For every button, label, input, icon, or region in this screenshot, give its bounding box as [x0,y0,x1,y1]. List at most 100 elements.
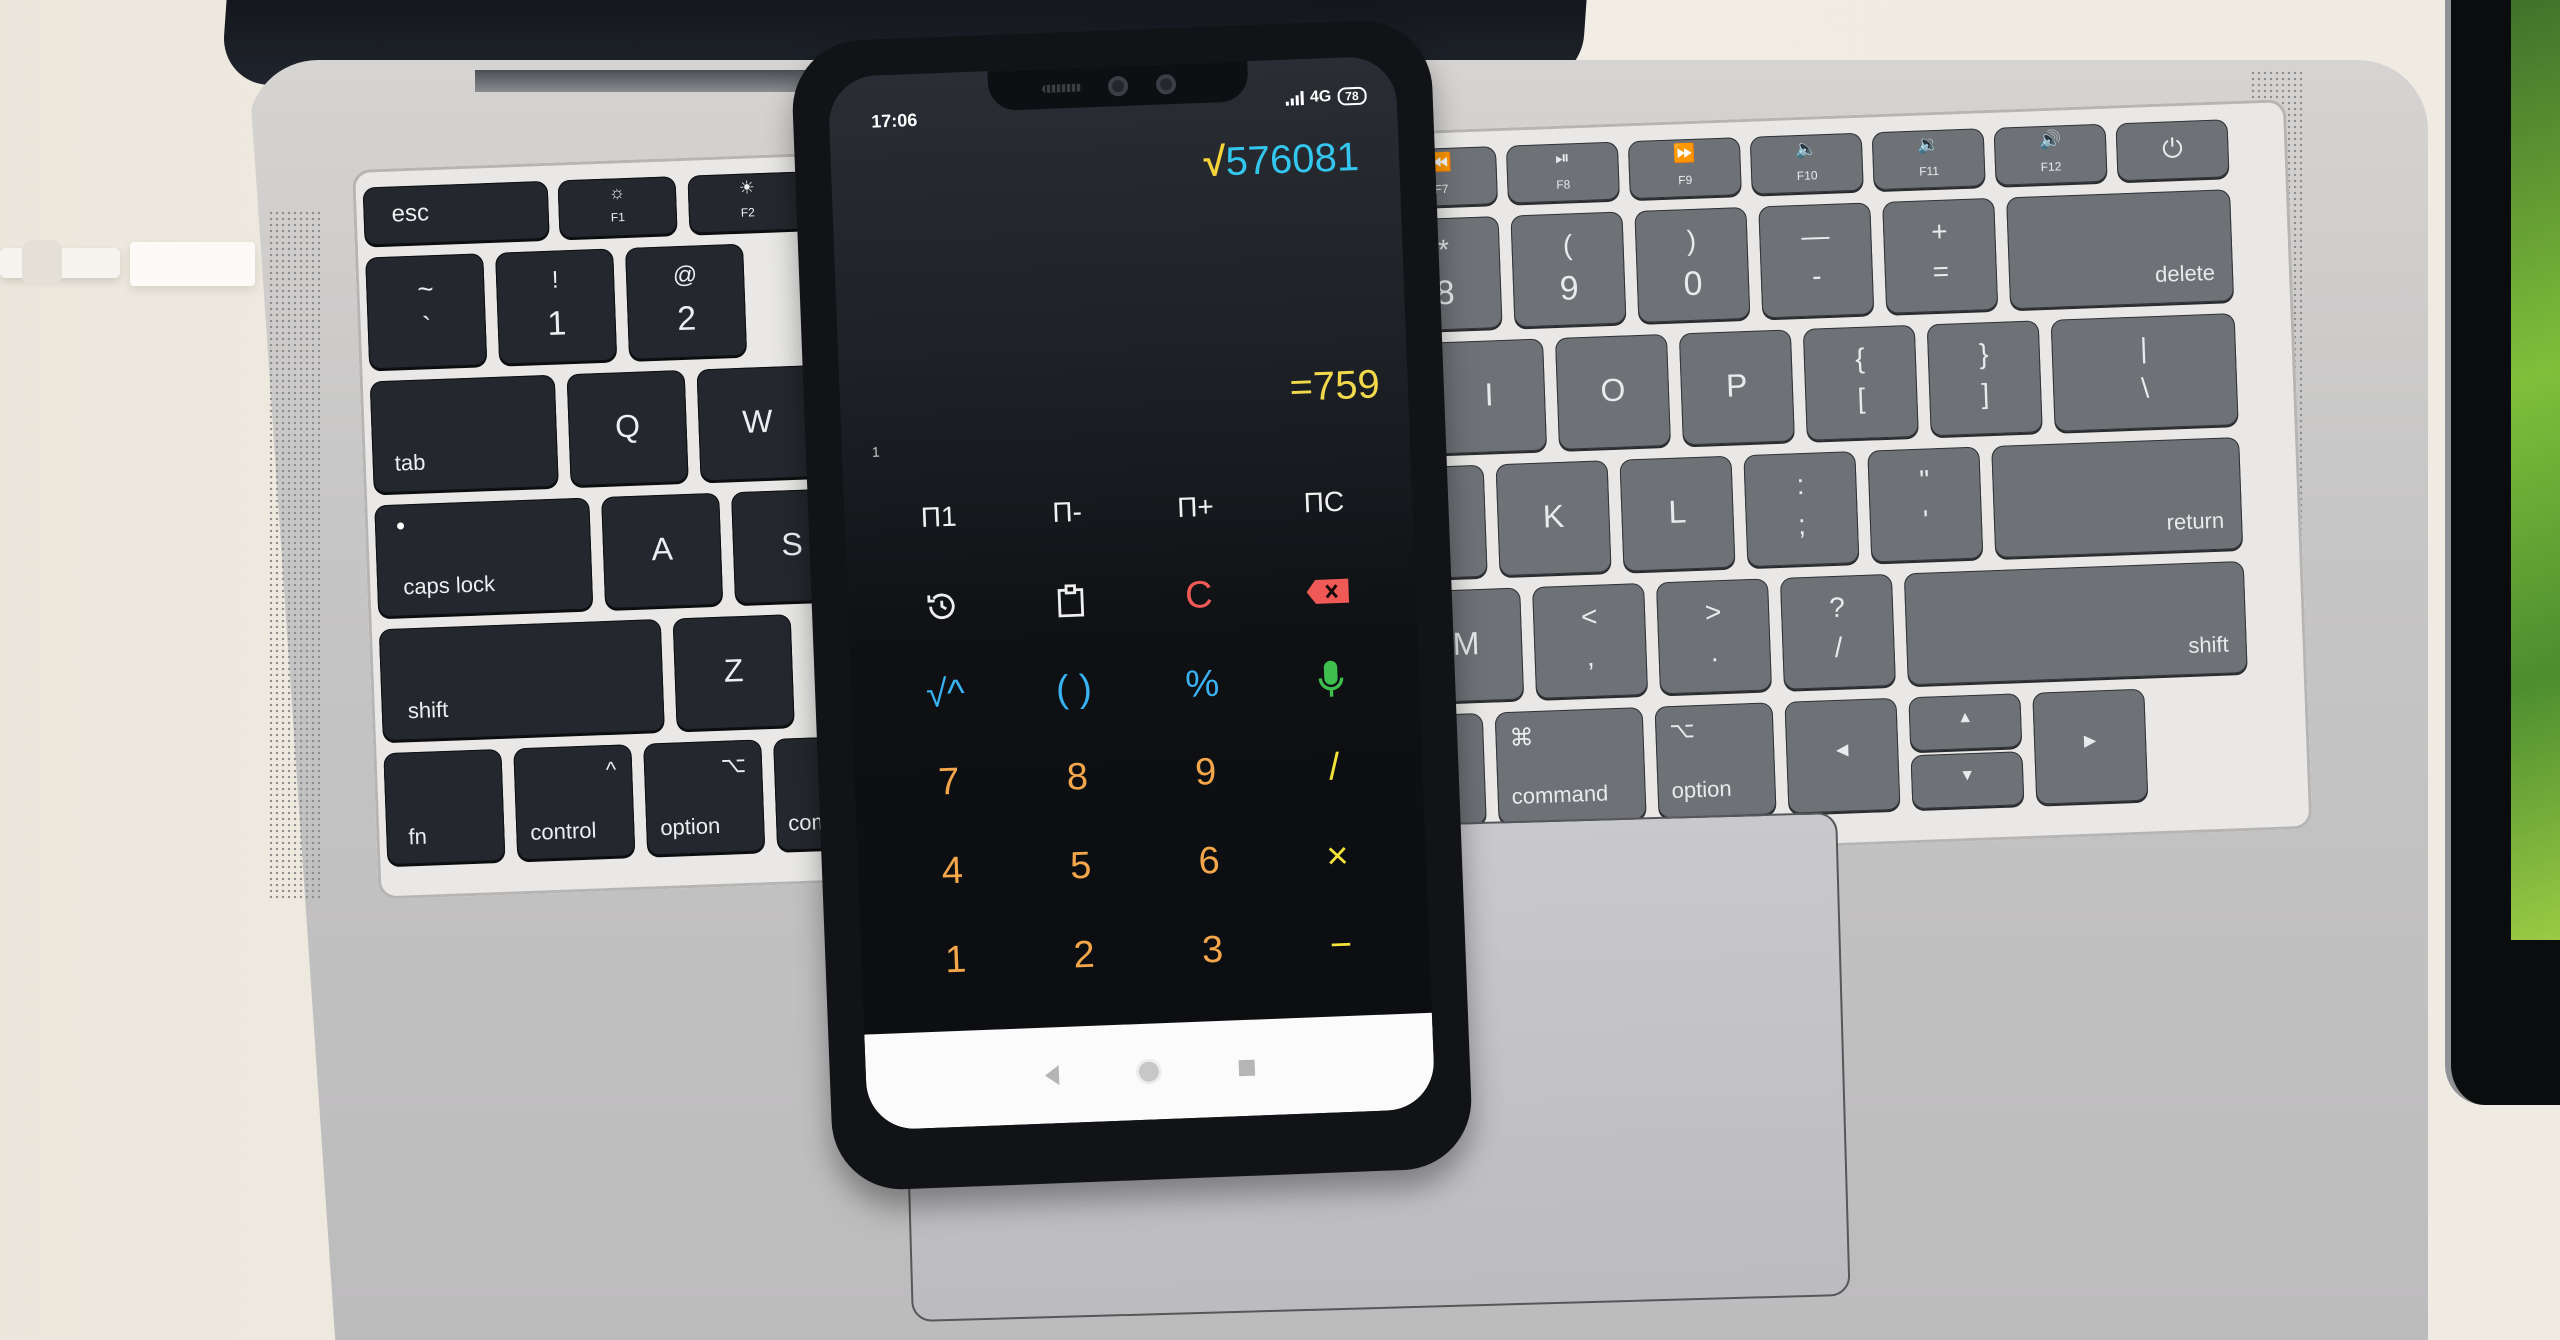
key-right-bracket[interactable]: }] [1926,320,2043,437]
digit-6-button[interactable]: 6 [1143,815,1275,908]
key-l[interactable]: L [1619,455,1736,572]
digit-8-button[interactable]: 8 [1011,731,1143,824]
key-backtick[interactable]: ~ ` [365,253,488,370]
caps-lock-indicator [396,522,405,530]
nav-back-icon[interactable] [1044,1065,1060,1086]
tablet-device [2445,0,2560,1105]
front-sensor-icon [1155,73,1177,95]
key-arrow-right[interactable]: ▶ [2032,688,2149,805]
key-2[interactable]: @2 [625,243,748,360]
option-symbol-icon: ⌥ [720,751,747,778]
key-f8[interactable]: ⏯ F8 [1505,141,1620,204]
key-comma[interactable]: <, [1532,582,1649,699]
memory-add-button[interactable]: П+ [1130,461,1262,554]
digit-9-button[interactable]: 9 [1140,727,1272,820]
history-button[interactable] [876,559,1008,652]
key-option-left[interactable]: ⌥ option [643,739,766,856]
parentheses-button[interactable]: ( ) [1008,643,1140,736]
clipboard-button[interactable] [1005,554,1137,647]
phone-screen: 17:06 4G 78 √576081 =759 1 П1 П- П+ ПС C… [827,55,1436,1131]
root-power-button[interactable]: √^ [880,648,1012,741]
key-k[interactable]: K [1495,460,1612,577]
key-p[interactable]: P [1678,329,1795,446]
key-i[interactable]: I [1431,338,1548,455]
volume-up-icon: 🔊 [2038,129,2062,151]
play-pause-icon: ⏯ [1554,147,1570,168]
key-fn[interactable]: fn [383,748,506,866]
key-delete[interactable]: delete [2006,189,2235,310]
expression-display: √576081 [1203,135,1360,186]
key-f2[interactable]: ☀ F2 [687,171,808,234]
key-quote[interactable]: " ' [1867,446,1984,563]
key-command-right[interactable]: ⌘ command [1494,707,1647,825]
multiply-button[interactable]: × [1272,810,1404,903]
key-z[interactable]: Z [672,614,795,731]
key-arrow-down[interactable]: ▼ [1910,751,2025,810]
phone-notch [987,61,1249,112]
clipboard-icon [1057,583,1084,618]
power-icon: ⏻ [2161,132,2184,164]
digit-4-button[interactable]: 4 [886,825,1018,918]
digit-5-button[interactable]: 5 [1015,820,1147,913]
digit-2-button[interactable]: 2 [1018,909,1150,1002]
digit-3-button[interactable]: 3 [1147,904,1279,997]
key-f11[interactable]: 🔉 F11 [1871,128,1986,191]
key-0[interactable]: ) 0 [1634,206,1751,323]
key-slash[interactable]: ? / [1779,573,1896,690]
backspace-button[interactable] [1261,545,1393,638]
key-9[interactable]: (9 [1510,211,1627,328]
digit-7-button[interactable]: 7 [883,736,1015,829]
voice-input-button[interactable] [1265,633,1397,726]
arrow-left-icon: ◀ [1835,741,1849,760]
square-root-symbol: √ [1202,140,1227,185]
clear-button[interactable]: C [1133,550,1265,643]
status-time: 17:06 [870,109,918,132]
usb-c-cable [0,230,260,290]
key-option-right[interactable]: ⌥ option [1654,702,1777,819]
result-display: =759 [1288,362,1381,410]
key-semicolon[interactable]: :; [1743,451,1860,568]
network-type: 4G [1309,87,1332,106]
nav-recents-icon[interactable] [1238,1059,1256,1077]
digit-1-button[interactable]: 1 [890,913,1022,1006]
key-tab[interactable]: tab [369,374,559,494]
brightness-down-icon: ☼ [608,182,626,203]
percent-button[interactable]: % [1136,638,1268,731]
key-shift-right[interactable]: shift [1903,560,2248,686]
nav-home-icon[interactable] [1138,1061,1160,1083]
key-period[interactable]: >. [1655,578,1773,695]
microphone-icon [1318,661,1344,698]
memory-subtract-button[interactable]: П- [1001,466,1133,559]
key-caps-lock[interactable]: caps lock [374,497,594,618]
calculator-keypad: П1 П- П+ ПС C √^ ( ) % 7 8 9 / 4 5 6 × 1… [873,456,1410,1095]
command-symbol-icon: ⌘ [1509,724,1535,752]
subtract-button[interactable]: − [1275,899,1407,992]
expression-value: 576081 [1224,134,1360,185]
divide-button[interactable]: / [1268,722,1400,815]
earpiece-speaker [1041,83,1083,94]
key-1[interactable]: ! 1 [495,248,618,365]
key-control[interactable]: ^ control [513,744,636,861]
key-f1[interactable]: ☼ F1 [557,176,678,239]
key-arrow-up[interactable]: ▲ [1908,693,2023,752]
key-backslash[interactable]: | \ [2050,313,2239,432]
key-q[interactable]: Q [566,369,689,487]
key-minus[interactable]: — - [1758,202,1875,319]
key-left-bracket[interactable]: {[ [1802,324,1919,441]
key-equals[interactable]: + = [1882,197,1999,314]
key-a[interactable]: A [601,492,724,610]
key-power[interactable]: ⏻ [2115,119,2230,182]
key-f12[interactable]: 🔊 F12 [1993,123,2108,186]
cable-clip [22,240,62,286]
memory-clear-button[interactable]: ПС [1258,456,1390,549]
key-shift-left[interactable]: shift [378,618,665,742]
key-arrow-left[interactable]: ◀ [1784,697,1901,814]
key-w[interactable]: W [696,365,819,482]
key-return[interactable]: return [1991,437,2244,559]
key-f9[interactable]: ⏩ F9 [1627,137,1742,200]
memory-recall-button[interactable]: П1 [873,471,1005,564]
signal-strength-icon [1286,91,1305,106]
key-f10[interactable]: 🔈 F10 [1749,132,1864,195]
key-o[interactable]: O [1554,333,1671,450]
key-esc[interactable]: esc [362,180,550,246]
